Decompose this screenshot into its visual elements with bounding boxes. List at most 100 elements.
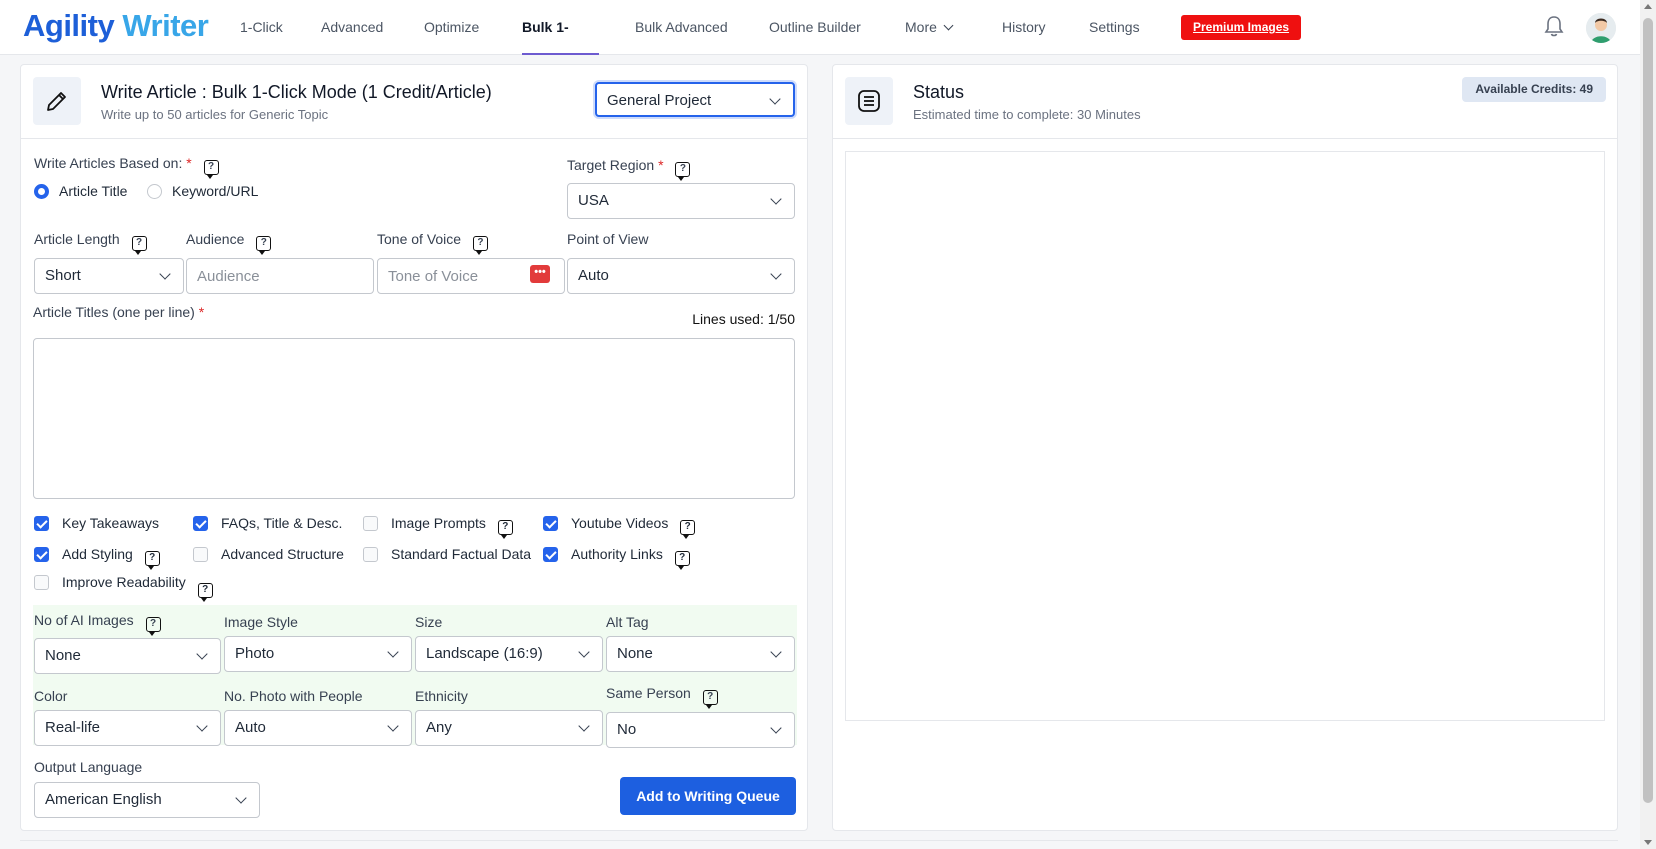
nav-bulk-1-click[interactable]: Bulk 1-Click — [522, 0, 599, 90]
required-mark: * — [186, 155, 192, 171]
image-style-select[interactable]: Photo — [224, 636, 412, 672]
required-mark: * — [198, 304, 205, 320]
nav-more-label: More — [905, 19, 937, 35]
list-icon-box — [845, 77, 893, 125]
radio-article-title[interactable] — [34, 184, 49, 199]
vertical-scrollbar[interactable] — [1640, 0, 1656, 849]
premium-images-button[interactable]: Premium Images — [1181, 15, 1302, 40]
standard-factual-label[interactable]: Standard Factual Data — [391, 546, 531, 562]
faqs-checkbox[interactable] — [193, 516, 208, 531]
article-titles-text: Article Titles (one per line) — [33, 304, 195, 320]
top-navbar: Agility Writer 1-Click Advanced Optimize… — [0, 0, 1640, 90]
tone-presets-icon[interactable]: ••• — [530, 265, 550, 283]
alt-tag-select[interactable]: None — [606, 636, 795, 672]
audience-label: Audience ? — [186, 231, 272, 255]
article-length-select[interactable]: Short — [34, 258, 184, 294]
write-article-header: Write Article : Bulk 1-Click Mode (1 Cre… — [21, 65, 807, 139]
radio-keyword-url-label[interactable]: Keyword/URL — [172, 183, 258, 199]
faqs-label[interactable]: FAQs, Title & Desc. — [221, 515, 342, 531]
advanced-structure-label[interactable]: Advanced Structure — [221, 546, 344, 562]
project-select-value: General Project — [607, 92, 712, 109]
authority-links-label[interactable]: Authority Links ? — [571, 546, 690, 570]
photo-people-value: Auto — [235, 719, 266, 736]
tone-of-voice-text: Tone of Voice — [377, 231, 462, 247]
article-titles-textarea[interactable] — [33, 338, 795, 499]
advanced-structure-checkbox[interactable] — [193, 547, 208, 562]
ethnicity-select[interactable]: Any — [415, 710, 603, 746]
scroll-down-icon[interactable] — [1644, 840, 1652, 845]
scroll-up-icon[interactable] — [1644, 4, 1652, 9]
audience-input[interactable] — [186, 258, 374, 294]
youtube-videos-label[interactable]: Youtube Videos ? — [571, 515, 696, 539]
point-of-view-select[interactable]: Auto — [567, 258, 795, 294]
size-label: Size — [415, 614, 443, 630]
key-takeaways-checkbox[interactable] — [34, 516, 49, 531]
help-icon[interactable]: ? — [675, 162, 691, 181]
chevron-down-icon — [196, 648, 208, 660]
help-icon[interactable]: ? — [197, 583, 213, 602]
color-select[interactable]: Real-life — [34, 710, 221, 746]
point-of-view-label: Point of View — [567, 231, 649, 247]
target-region-select[interactable]: USA — [567, 183, 795, 219]
help-icon[interactable]: ? — [680, 520, 696, 539]
output-language-value: American English — [45, 791, 162, 808]
nav-outline-builder[interactable]: Outline Builder — [769, 0, 861, 55]
same-person-select[interactable]: No — [606, 712, 795, 748]
radio-keyword-url[interactable] — [147, 184, 162, 199]
help-icon[interactable]: ? — [674, 551, 690, 570]
radio-article-title-label[interactable]: Article Title — [59, 183, 127, 199]
pencil-icon — [47, 92, 66, 111]
help-icon[interactable]: ? — [145, 617, 161, 636]
help-icon[interactable]: ? — [702, 690, 718, 709]
authority-links-checkbox[interactable] — [543, 547, 558, 562]
nav-bulk-advanced[interactable]: Bulk Advanced — [635, 0, 728, 55]
help-icon[interactable]: ? — [144, 551, 160, 570]
output-language-select[interactable]: American English — [34, 782, 260, 818]
ai-images-select[interactable]: None — [34, 638, 221, 674]
bell-icon[interactable] — [1542, 14, 1566, 40]
scrollbar-thumb[interactable] — [1643, 18, 1653, 803]
help-icon[interactable]: ? — [472, 236, 488, 255]
tone-of-voice-label: Tone of Voice ? — [377, 231, 488, 255]
improve-readability-label[interactable]: Improve Readability ? — [62, 574, 213, 602]
help-icon[interactable]: ? — [497, 520, 513, 539]
nav-optimize[interactable]: Optimize — [424, 0, 479, 55]
chevron-down-icon — [235, 792, 247, 804]
avatar[interactable] — [1586, 13, 1616, 43]
add-styling-label[interactable]: Add Styling ? — [62, 546, 160, 570]
image-prompts-label[interactable]: Image Prompts ? — [391, 515, 513, 539]
based-on-label: Write Articles Based on: * ? — [34, 155, 219, 179]
nav-1-click[interactable]: 1-Click — [240, 0, 283, 55]
chevron-down-icon — [578, 646, 590, 658]
key-takeaways-label[interactable]: Key Takeaways — [62, 515, 159, 531]
status-panel: Status Estimated time to complete: 30 Mi… — [832, 64, 1618, 831]
improve-readability-checkbox[interactable] — [34, 575, 49, 590]
standard-factual-checkbox[interactable] — [363, 547, 378, 562]
article-length-label: Article Length ? — [34, 231, 147, 255]
size-select[interactable]: Landscape (16:9) — [415, 636, 603, 672]
nav-more[interactable]: More — [905, 0, 954, 55]
alt-tag-label: Alt Tag — [606, 614, 649, 630]
help-icon[interactable]: ? — [256, 236, 272, 255]
add-styling-text: Add Styling — [62, 546, 133, 562]
image-prompts-checkbox[interactable] — [363, 516, 378, 531]
pencil-icon-box — [33, 77, 81, 125]
help-icon[interactable]: ? — [203, 160, 219, 179]
help-icon[interactable]: ? — [131, 236, 147, 255]
ai-images-text: No of AI Images — [34, 612, 134, 628]
color-label: Color — [34, 688, 68, 704]
add-styling-checkbox[interactable] — [34, 547, 49, 562]
nav-settings[interactable]: Settings — [1089, 0, 1140, 55]
write-article-panel: Write Article : Bulk 1-Click Mode (1 Cre… — [20, 64, 808, 831]
list-icon — [858, 90, 880, 112]
chevron-down-icon — [159, 268, 171, 280]
page-title: Write Article : Bulk 1-Click Mode (1 Cre… — [101, 82, 492, 102]
app-logo[interactable]: Agility Writer — [23, 8, 209, 44]
nav-advanced[interactable]: Advanced — [321, 0, 383, 55]
article-titles-label: Article Titles (one per line) * — [33, 304, 204, 320]
youtube-videos-checkbox[interactable] — [543, 516, 558, 531]
photo-people-select[interactable]: Auto — [224, 710, 412, 746]
project-select[interactable]: General Project — [595, 82, 795, 117]
nav-history[interactable]: History — [1002, 0, 1046, 55]
add-to-writing-queue-button[interactable]: Add to Writing Queue — [620, 777, 796, 815]
